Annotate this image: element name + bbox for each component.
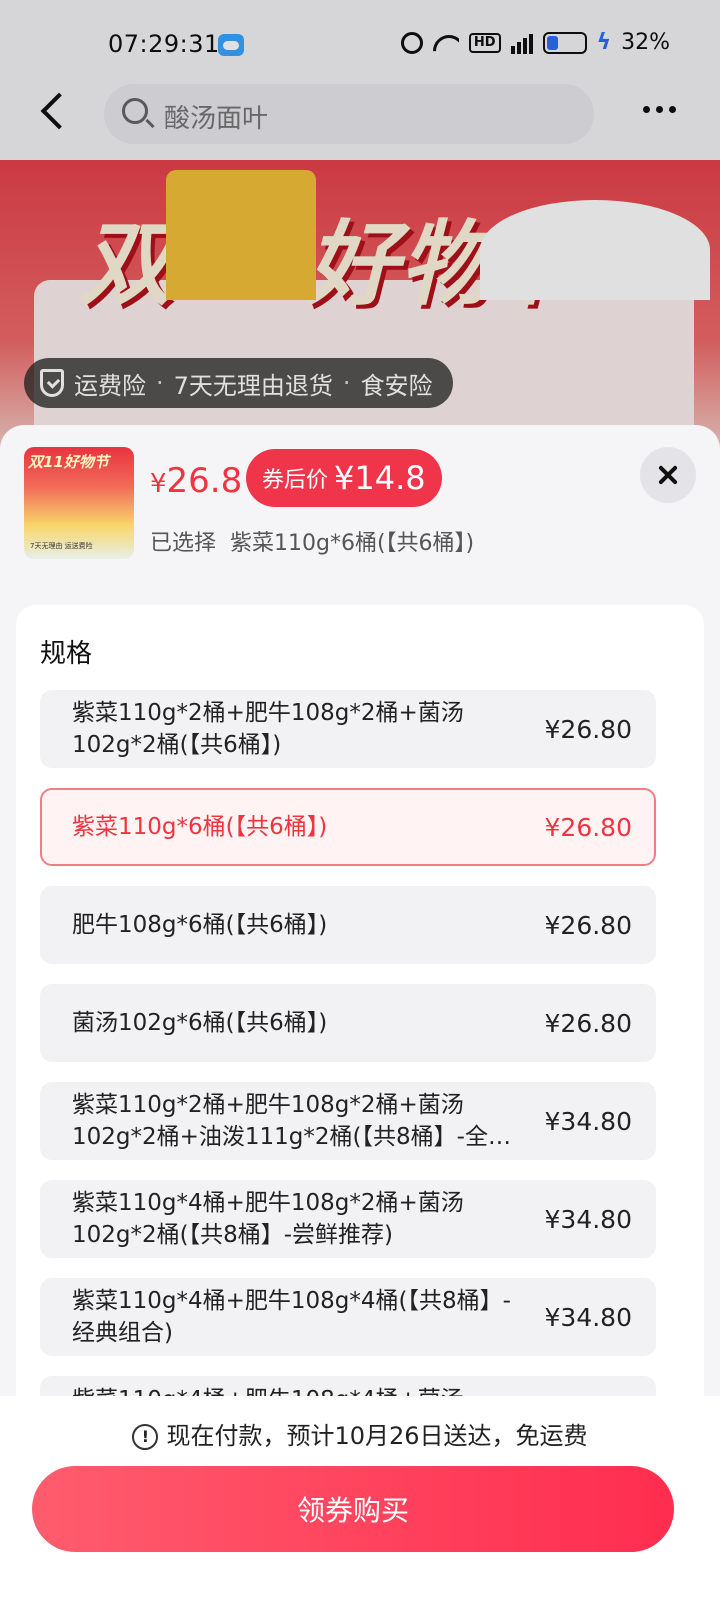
selected-label: 已选择 bbox=[150, 531, 217, 556]
close-icon[interactable] bbox=[640, 447, 696, 503]
spec-option-price: ¥34.80 bbox=[544, 1106, 632, 1136]
spec-option[interactable]: 紫菜110g*4桶+肥牛108g*2桶+菌汤102g*2桶(【共8桶】-尝鲜推荐… bbox=[40, 1180, 656, 1258]
claim-coupon-buy-button[interactable]: 领券购买 bbox=[32, 1466, 674, 1552]
spec-option-name: 紫菜110g*4桶+肥牛108g*4桶(【共8桶】-经典组合) bbox=[72, 1288, 511, 1346]
spec-option-selected[interactable]: 紫菜110g*6桶(【共6桶】) ¥26.80 bbox=[40, 788, 656, 866]
thumb-title: 双11好物节 bbox=[28, 453, 109, 471]
spec-option-price: ¥34.80 bbox=[544, 1302, 632, 1332]
spec-option-name: 紫菜110g*2桶+肥牛108g*2桶+菌汤102g*2桶+油泼111g*2桶(… bbox=[72, 1092, 511, 1150]
currency-symbol: ¥ bbox=[150, 469, 167, 499]
spec-option-name: 紫菜110g*4桶+肥牛108g*2桶+菌汤102g*2桶(【共8桶】-尝鲜推荐… bbox=[72, 1190, 464, 1248]
spec-option-price: ¥26.80 bbox=[544, 910, 632, 940]
dim-overlay[interactable] bbox=[0, 0, 720, 460]
spec-option-price: ¥26.80 bbox=[544, 714, 632, 744]
spec-option-name: 肥牛108g*6桶(【共6桶】) bbox=[72, 912, 328, 938]
spec-option-price: ¥26.80 bbox=[544, 812, 632, 842]
delivery-note-text: 现在付款，预计10月26日送达，免运费 bbox=[166, 1422, 588, 1450]
price-value: 26.8 bbox=[166, 461, 243, 501]
spec-option[interactable]: 紫菜110g*4桶+肥牛108g*4桶(【共8桶】-经典组合) ¥34.80 bbox=[40, 1278, 656, 1356]
spec-option-name: 紫菜110g*6桶(【共6桶】) bbox=[72, 814, 328, 840]
coupon-price: ¥14.8 bbox=[334, 459, 426, 497]
spec-option[interactable]: 紫菜110g*2桶+肥牛108g*2桶+菌汤102g*2桶(【共6桶】) ¥26… bbox=[40, 690, 656, 768]
coupon-price-badge: 券后价 ¥14.8 bbox=[246, 449, 442, 507]
purchase-footer: ! 现在付款，预计10月26日送达，免运费 领券购买 bbox=[0, 1396, 720, 1600]
spec-option[interactable]: 菌汤102g*6桶(【共6桶】) ¥26.80 bbox=[40, 984, 656, 1062]
spec-option[interactable]: 紫菜110g*2桶+肥牛108g*2桶+菌汤102g*2桶+油泼111g*2桶(… bbox=[40, 1082, 656, 1160]
spec-option[interactable]: 肥牛108g*6桶(【共6桶】) ¥26.80 bbox=[40, 886, 656, 964]
spec-title: 规格 bbox=[40, 639, 93, 669]
product-thumbnail[interactable]: 双11好物节 7天无理由 运送费险 bbox=[24, 447, 134, 559]
spec-option-price: ¥34.80 bbox=[544, 1204, 632, 1234]
info-icon: ! bbox=[132, 1424, 159, 1450]
spec-option-price: ¥26.80 bbox=[544, 1008, 632, 1038]
product-price: ¥26.8 bbox=[150, 461, 242, 501]
delivery-note: ! 现在付款，预计10月26日送达，免运费 bbox=[0, 1416, 720, 1451]
selected-spec-line: 已选择 紫菜110g*6桶(【共6桶】) bbox=[150, 525, 474, 557]
thumb-caption: 7天无理由 运送费险 bbox=[30, 542, 93, 550]
selected-value: 紫菜110g*6桶(【共6桶】) bbox=[230, 531, 475, 556]
coupon-label: 券后价 bbox=[262, 468, 329, 493]
background-page: 07:29:31 HD ϟ 32% 酸汤面叶 双11好物节 运费险 · 7天无理… bbox=[0, 0, 720, 460]
spec-option-name: 紫菜110g*2桶+肥牛108g*2桶+菌汤102g*2桶(【共6桶】) bbox=[72, 700, 464, 758]
spec-option-name: 菌汤102g*6桶(【共6桶】) bbox=[72, 1010, 328, 1036]
